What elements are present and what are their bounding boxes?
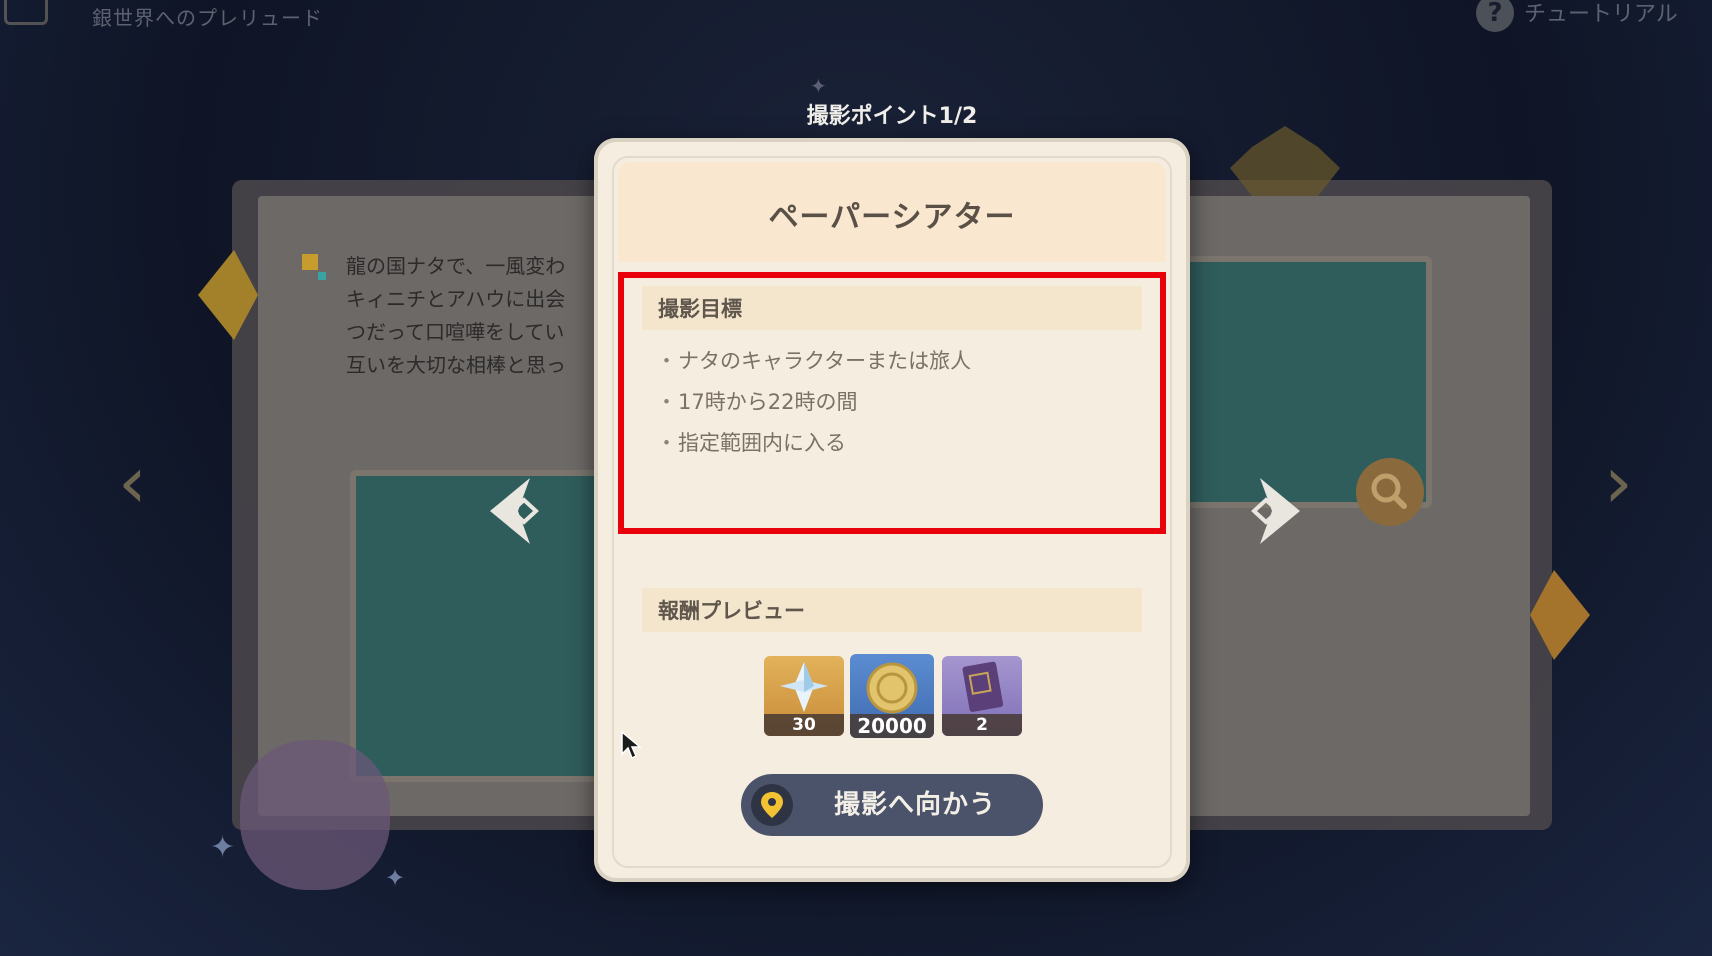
modal-title: ペーパーシアター — [768, 200, 1016, 235]
page-marker-dot — [318, 272, 326, 280]
reward-section-label: 報酬プレビュー — [658, 599, 805, 623]
next-point-arrow-icon[interactable] — [1232, 476, 1302, 546]
go-button-label: 撮影へ向かう — [833, 790, 996, 820]
reward-count: 30 — [764, 714, 844, 736]
primogem-icon — [764, 660, 844, 720]
goal-highlight-box — [618, 272, 1166, 534]
background-story-text: 龍の国ナタで、一風変わ キィニチとアハウに出会 つだって口喧嘩をしてい 互いを大切な相… — [346, 254, 566, 377]
reward-primogem[interactable]: 30 — [764, 656, 844, 736]
map-pin-icon — [751, 784, 793, 826]
keychain-charm-icon — [240, 740, 390, 890]
help-icon[interactable]: ? — [1476, 0, 1514, 32]
tutorial-link[interactable]: チュートリアル — [1524, 0, 1678, 28]
book-next-arrow-icon[interactable]: › — [1604, 446, 1633, 518]
prev-point-arrow-icon[interactable] — [488, 476, 558, 546]
sparkle-icon: ✦ — [810, 74, 827, 98]
book-crest-ornament — [1230, 126, 1340, 196]
reward-heros-wit[interactable]: 2 — [942, 656, 1022, 736]
reward-mora[interactable]: 20000 — [850, 654, 934, 738]
reward-count: 20000 — [850, 714, 934, 738]
mora-icon — [850, 658, 934, 722]
sparkle-icon: ✦ — [385, 864, 406, 892]
sparkle-icon: ✦ — [210, 830, 236, 865]
book-prev-arrow-icon[interactable]: ‹ — [118, 446, 147, 518]
reward-count: 2 — [942, 714, 1022, 736]
magnify-icon[interactable] — [1356, 458, 1424, 526]
go-to-photo-button[interactable]: 撮影へ向かう — [741, 774, 1043, 836]
page-marker-icon — [302, 254, 318, 270]
mouse-cursor-icon — [620, 730, 643, 760]
event-title: 銀世界へのプレリュード — [92, 6, 323, 30]
heros-wit-book-icon — [942, 660, 1022, 720]
camera-icon — [4, 0, 48, 25]
photo-point-counter: 撮影ポイント1/2 — [806, 104, 978, 129]
